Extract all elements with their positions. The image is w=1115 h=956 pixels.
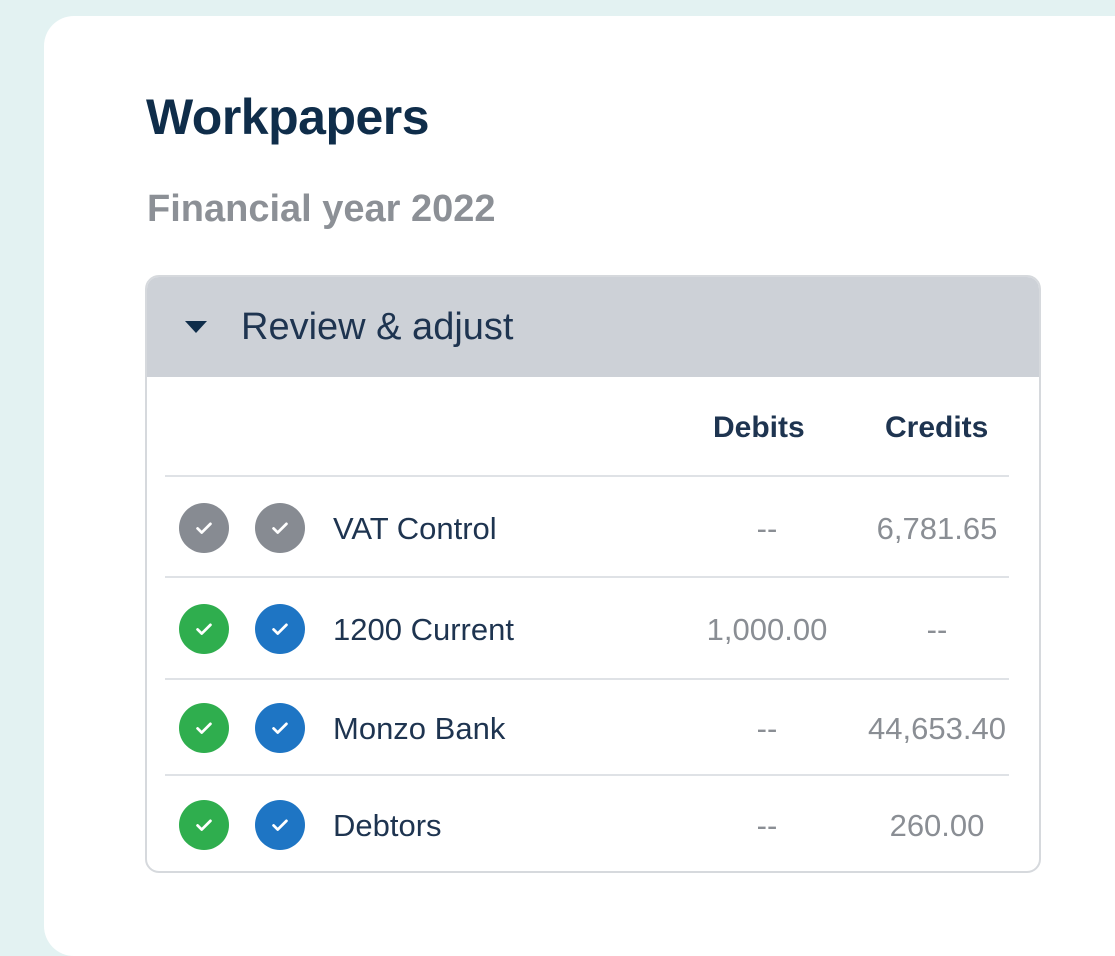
page-title: Workpapers [146, 89, 430, 145]
credit-value: 260.00 [889, 808, 985, 843]
caret-down-icon [185, 321, 207, 333]
column-header-credits: Credits [885, 411, 989, 444]
review-adjust-panel: Review & adjust Debits Credits VAT Contr… [145, 275, 1041, 873]
table-row-monzo-bank[interactable]: Monzo Bank -- 44,653.40 [147, 677, 1039, 775]
table-row-1200-current[interactable]: 1200 Current 1,000.00 -- [147, 578, 1039, 676]
check-icon[interactable] [255, 503, 305, 553]
table-row-vat-control[interactable]: VAT Control -- 6,781.65 [147, 477, 1039, 575]
check-icon[interactable] [179, 604, 229, 654]
check-icon[interactable] [179, 703, 229, 753]
debit-value: -- [756, 711, 778, 746]
account-name: Debtors [333, 808, 442, 843]
account-name: VAT Control [333, 511, 497, 546]
check-icon[interactable] [255, 800, 305, 850]
check-icon[interactable] [179, 503, 229, 553]
debit-value: -- [756, 511, 778, 546]
column-header-debits: Debits [713, 411, 805, 444]
debit-value: 1,000.00 [706, 612, 828, 647]
panel-title: Review & adjust [241, 305, 514, 348]
debit-value: -- [756, 808, 778, 843]
account-name: Monzo Bank [333, 711, 506, 746]
credit-value: 6,781.65 [876, 511, 998, 546]
check-icon[interactable] [179, 800, 229, 850]
table-row-debtors[interactable]: Debtors -- 260.00 [147, 774, 1039, 871]
check-icon[interactable] [255, 703, 305, 753]
credit-value: -- [926, 612, 948, 647]
account-name: 1200 Current [333, 612, 514, 647]
financial-year-subtitle: Financial year 2022 [147, 188, 496, 230]
credit-value: 44,653.40 [868, 711, 1006, 746]
check-icon[interactable] [255, 604, 305, 654]
review-adjust-toggle[interactable]: Review & adjust [147, 277, 1039, 377]
